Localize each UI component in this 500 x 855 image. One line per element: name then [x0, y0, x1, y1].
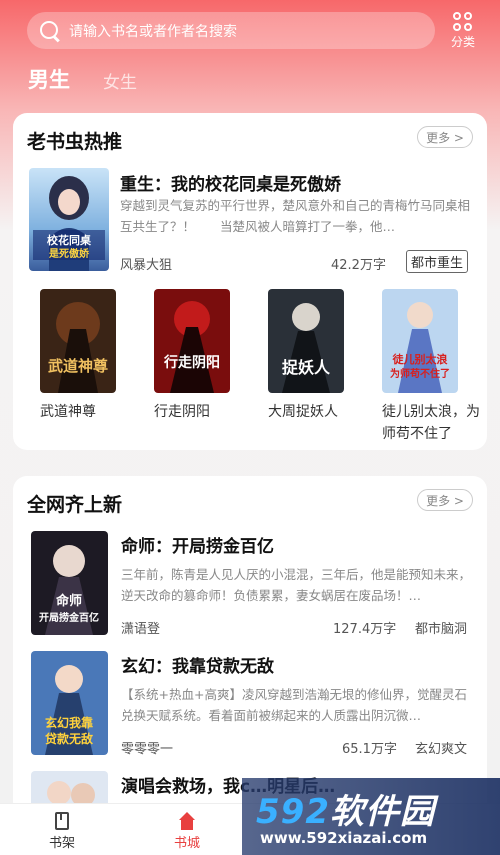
book-cover-2[interactable]: 玄幻我靠 贷款无敌	[31, 651, 108, 755]
svg-text:校花同桌: 校花同桌	[47, 233, 92, 247]
section-title: 老书虫热推	[27, 131, 123, 153]
svg-text:玄幻我靠: 玄幻我靠	[45, 715, 93, 730]
book-word-count-2: 65.1万字	[342, 742, 397, 757]
nav-bookstore-label: 书城	[173, 836, 200, 851]
grid-book-title-2[interactable]: 行走阴阳	[154, 401, 254, 423]
book-title-1[interactable]: 命师：开局捞金百亿	[121, 532, 274, 557]
category-label: 分类	[450, 35, 475, 49]
grid-book-cover-4[interactable]: 徒儿别太浪 为师苟不住了	[382, 289, 458, 393]
grid-book-title-1[interactable]: 武道神尊	[40, 401, 140, 423]
svg-text:贷款无敌: 贷款无敌	[45, 731, 93, 746]
tab-male[interactable]: 男生	[28, 64, 70, 94]
book-tag-2: 玄幻爽文	[415, 742, 468, 757]
book-description-2: 【系统+热血+高爽】凌风穿越到浩瀚无垠的修仙界，觉醒灵石兑换天赋系统。看着面前被…	[121, 687, 467, 723]
featured-book-description: 穿越到灵气复苏的平行世界，楚风意外和自己的青梅竹马同桌相互共生了？！ 当楚风被人…	[120, 198, 471, 234]
category-grid-icon	[453, 12, 473, 32]
grid-book-title-3[interactable]: 大周捉妖人	[268, 401, 368, 423]
book-author-1: 潇语登	[121, 622, 161, 637]
nav-bookshelf[interactable]: 书架	[32, 812, 92, 851]
section-title: 全网齐上新	[27, 494, 123, 516]
svg-text:行走阴阳: 行走阴阳	[163, 354, 220, 371]
search-bar[interactable]: 请输入书名或者作者名搜索	[27, 12, 435, 49]
grid-book-cover-3[interactable]: 捉妖人	[268, 289, 344, 393]
watermark-brand: 592软件园	[256, 792, 435, 832]
nav-bookstore[interactable]: 书城	[157, 812, 217, 851]
book-description-1: 三年前，陈青是人见人厌的小混混，三年后，他是能预知未来，逆天改命的篡命师！负债累…	[121, 567, 472, 603]
svg-text:是死傲娇: 是死傲娇	[48, 247, 90, 260]
nav-bookshelf-label: 书架	[48, 836, 75, 851]
featured-book-author: 风暴大狙	[120, 258, 173, 273]
grid-book-cover-1[interactable]: 武道神尊	[40, 289, 116, 393]
search-icon	[39, 20, 61, 42]
svg-text:开局捞金百亿: 开局捞金百亿	[39, 611, 99, 624]
book-author-2: 零零零一	[121, 742, 174, 757]
svg-text:徒儿别太浪: 徒儿别太浪	[392, 352, 448, 366]
grid-book-title-4[interactable]: 徒儿别太浪，为师苟不住了	[382, 401, 482, 445]
tab-female[interactable]: 女生	[103, 68, 137, 93]
bookstore-home-icon	[178, 812, 196, 830]
svg-text:武道神尊: 武道神尊	[48, 357, 108, 375]
recommend-section: 老书虫热推 更多 > 校花同桌 是死傲娇 重生：我的校花同桌是死傲娇 穿越到灵气…	[13, 113, 487, 450]
new-releases-section: 全网齐上新 更多 > 命师 开局捞金百亿 命师：开局捞金百亿 三年前，陈青是人见…	[13, 476, 487, 816]
more-button[interactable]: 更多 >	[417, 489, 473, 511]
svg-text:为师苟不住了: 为师苟不住了	[390, 367, 450, 380]
featured-book-cover[interactable]: 校花同桌 是死傲娇	[29, 168, 109, 271]
category-button[interactable]: 分类	[445, 10, 481, 50]
bookshelf-icon	[55, 812, 69, 830]
more-button[interactable]: 更多 >	[417, 126, 473, 148]
book-word-count-1: 127.4万字	[333, 622, 397, 637]
featured-book-word-count: 42.2万字	[331, 258, 386, 273]
svg-text:命师: 命师	[55, 593, 82, 609]
book-cover-1[interactable]: 命师 开局捞金百亿	[31, 531, 108, 635]
featured-book-tag[interactable]: 都市重生	[406, 250, 469, 273]
book-title-2[interactable]: 玄幻：我靠贷款无敌	[121, 652, 274, 677]
book-tag-1: 都市脑洞	[415, 622, 468, 637]
featured-book-title[interactable]: 重生：我的校花同桌是死傲娇	[120, 170, 341, 195]
watermark: 592软件园 www.592xiazai.com	[242, 778, 500, 855]
watermark-url: www.592xiazai.com	[260, 829, 428, 847]
grid-book-cover-2[interactable]: 行走阴阳	[154, 289, 230, 393]
search-placeholder: 请输入书名或者作者名搜索	[69, 23, 237, 40]
svg-text:捉妖人: 捉妖人	[282, 358, 331, 377]
